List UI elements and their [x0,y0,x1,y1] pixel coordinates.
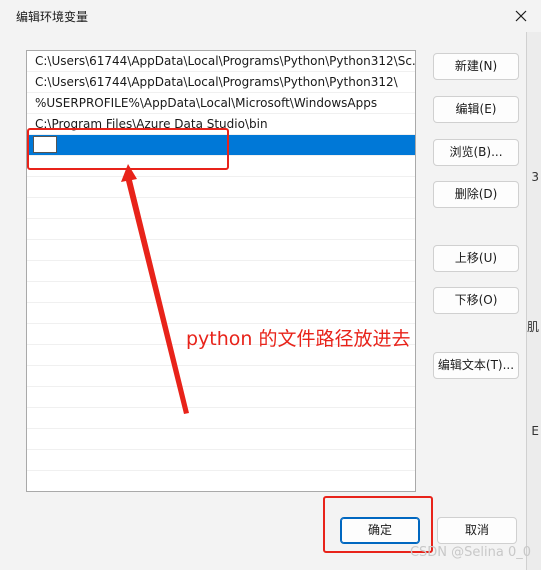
empty-row [27,219,415,240]
path-list-item[interactable]: C:\Users\61744\AppData\Local\Programs\Py… [27,72,415,93]
browse-button[interactable]: 浏览(B)... [433,139,519,166]
delete-button[interactable]: 删除(D) [433,181,519,208]
path-list-item[interactable]: %USERPROFILE%\AppData\Local\Microsoft\Wi… [27,93,415,114]
path-list-item[interactable]: C:\Users\61744\AppData\Local\Programs\Py… [27,51,415,72]
window-title: 编辑环境变量 [16,10,89,24]
empty-row [27,261,415,282]
new-button[interactable]: 新建(N) [433,53,519,80]
close-button[interactable] [501,0,541,32]
move-down-button[interactable]: 下移(O) [433,287,519,314]
background-window-edge: 3 肌 E [526,32,541,570]
title-bar: 编辑环境变量 [0,0,541,32]
close-icon [515,10,527,22]
empty-row [27,450,415,471]
background-text: E [531,424,539,438]
empty-row [27,429,415,450]
annotation-highlight-input [27,128,229,170]
empty-row [27,387,415,408]
path-list[interactable]: C:\Users\61744\AppData\Local\Programs\Py… [26,50,416,492]
empty-row [27,282,415,303]
move-up-button[interactable]: 上移(U) [433,245,519,272]
edit-button[interactable]: 编辑(E) [433,96,519,123]
empty-row [27,408,415,429]
empty-row [27,303,415,324]
cancel-button[interactable]: 取消 [437,517,517,544]
empty-row [27,240,415,261]
empty-row [27,366,415,387]
background-text: 肌 [526,320,539,334]
edit-text-button[interactable]: 编辑文本(T)... [433,352,519,379]
watermark: CSDN @Selina 0_0 [409,545,531,560]
background-text: 3 [531,170,539,184]
empty-row [27,198,415,219]
empty-row [27,471,415,491]
annotation-text: python 的文件路径放进去 [186,328,411,350]
empty-row [27,177,415,198]
